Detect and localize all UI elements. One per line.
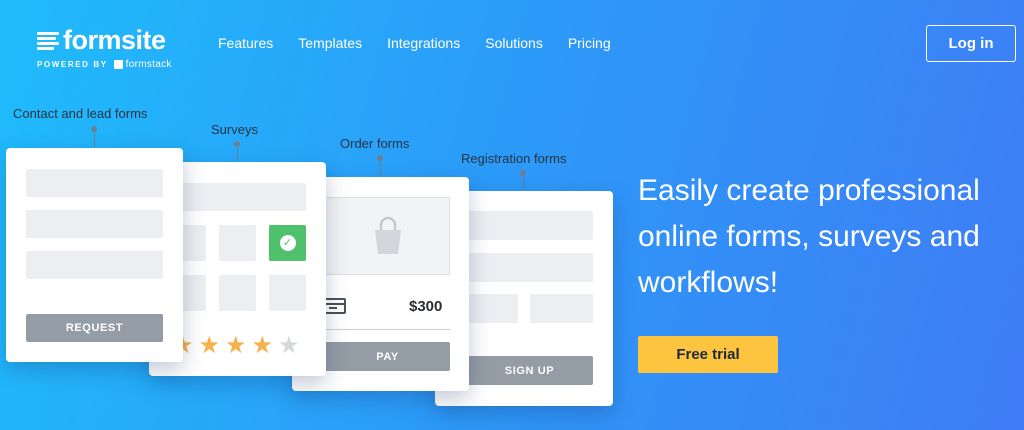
request-button[interactable]: REQUEST	[26, 314, 163, 342]
label-registration-forms: Registration forms	[461, 151, 567, 166]
survey-option	[219, 225, 256, 261]
formsite-logo[interactable]: formsite POWERED BY formstack	[37, 26, 172, 70]
logo-wordmark: formsite	[63, 25, 166, 55]
form-field	[530, 294, 593, 323]
survey-option-selected: ✓	[269, 225, 306, 261]
formstack-text: formstack	[125, 59, 172, 70]
free-trial-button[interactable]: Free trial	[638, 336, 778, 373]
form-field	[180, 183, 306, 211]
order-price: $300	[409, 298, 443, 315]
nav-features[interactable]: Features	[218, 35, 273, 51]
product-image	[325, 197, 450, 275]
label-contact-forms: Contact and lead forms	[13, 106, 148, 121]
sign-up-button[interactable]: SIGN UP	[466, 356, 593, 385]
shopping-bag-icon	[374, 216, 401, 254]
nav-templates[interactable]: Templates	[298, 35, 362, 51]
hero-headline: Easily create professional online forms,…	[638, 174, 980, 299]
connector-line	[237, 146, 238, 161]
credit-card-icon	[324, 298, 346, 314]
survey-option	[219, 275, 256, 311]
survey-option	[269, 275, 306, 311]
label-surveys: Surveys	[211, 122, 258, 137]
star-icon[interactable]: ★	[252, 334, 274, 358]
nav-solutions[interactable]: Solutions	[485, 35, 543, 51]
main-nav: Features Templates Integrations Solution…	[218, 35, 636, 51]
form-field	[466, 294, 518, 323]
pay-button[interactable]: PAY	[325, 342, 450, 371]
label-order-forms: Order forms	[340, 136, 410, 151]
form-field	[26, 169, 163, 197]
star-rating[interactable]: ★★★★★	[172, 334, 305, 358]
survey-option	[180, 275, 206, 311]
star-icon[interactable]: ★	[199, 334, 221, 358]
powered-by-text: POWERED BY	[37, 60, 108, 69]
connector-line	[94, 131, 95, 147]
form-field	[466, 211, 593, 240]
contact-form-card: REQUEST	[6, 148, 183, 362]
survey-option	[180, 225, 206, 261]
star-icon[interactable]: ★	[225, 334, 247, 358]
nav-pricing[interactable]: Pricing	[568, 35, 611, 51]
logo-stripes-icon	[37, 30, 59, 50]
form-field	[466, 253, 593, 282]
formstack-icon	[113, 60, 123, 69]
divider	[325, 329, 450, 330]
nav-integrations[interactable]: Integrations	[387, 35, 460, 51]
form-field	[26, 251, 163, 279]
star-icon[interactable]: ★	[278, 334, 300, 358]
connector-line	[523, 175, 524, 190]
check-icon: ✓	[279, 235, 296, 251]
connector-line	[380, 160, 381, 176]
form-field	[26, 210, 163, 238]
logo-powered-by: POWERED BY formstack	[37, 59, 172, 70]
login-button[interactable]: Log in	[926, 25, 1016, 62]
